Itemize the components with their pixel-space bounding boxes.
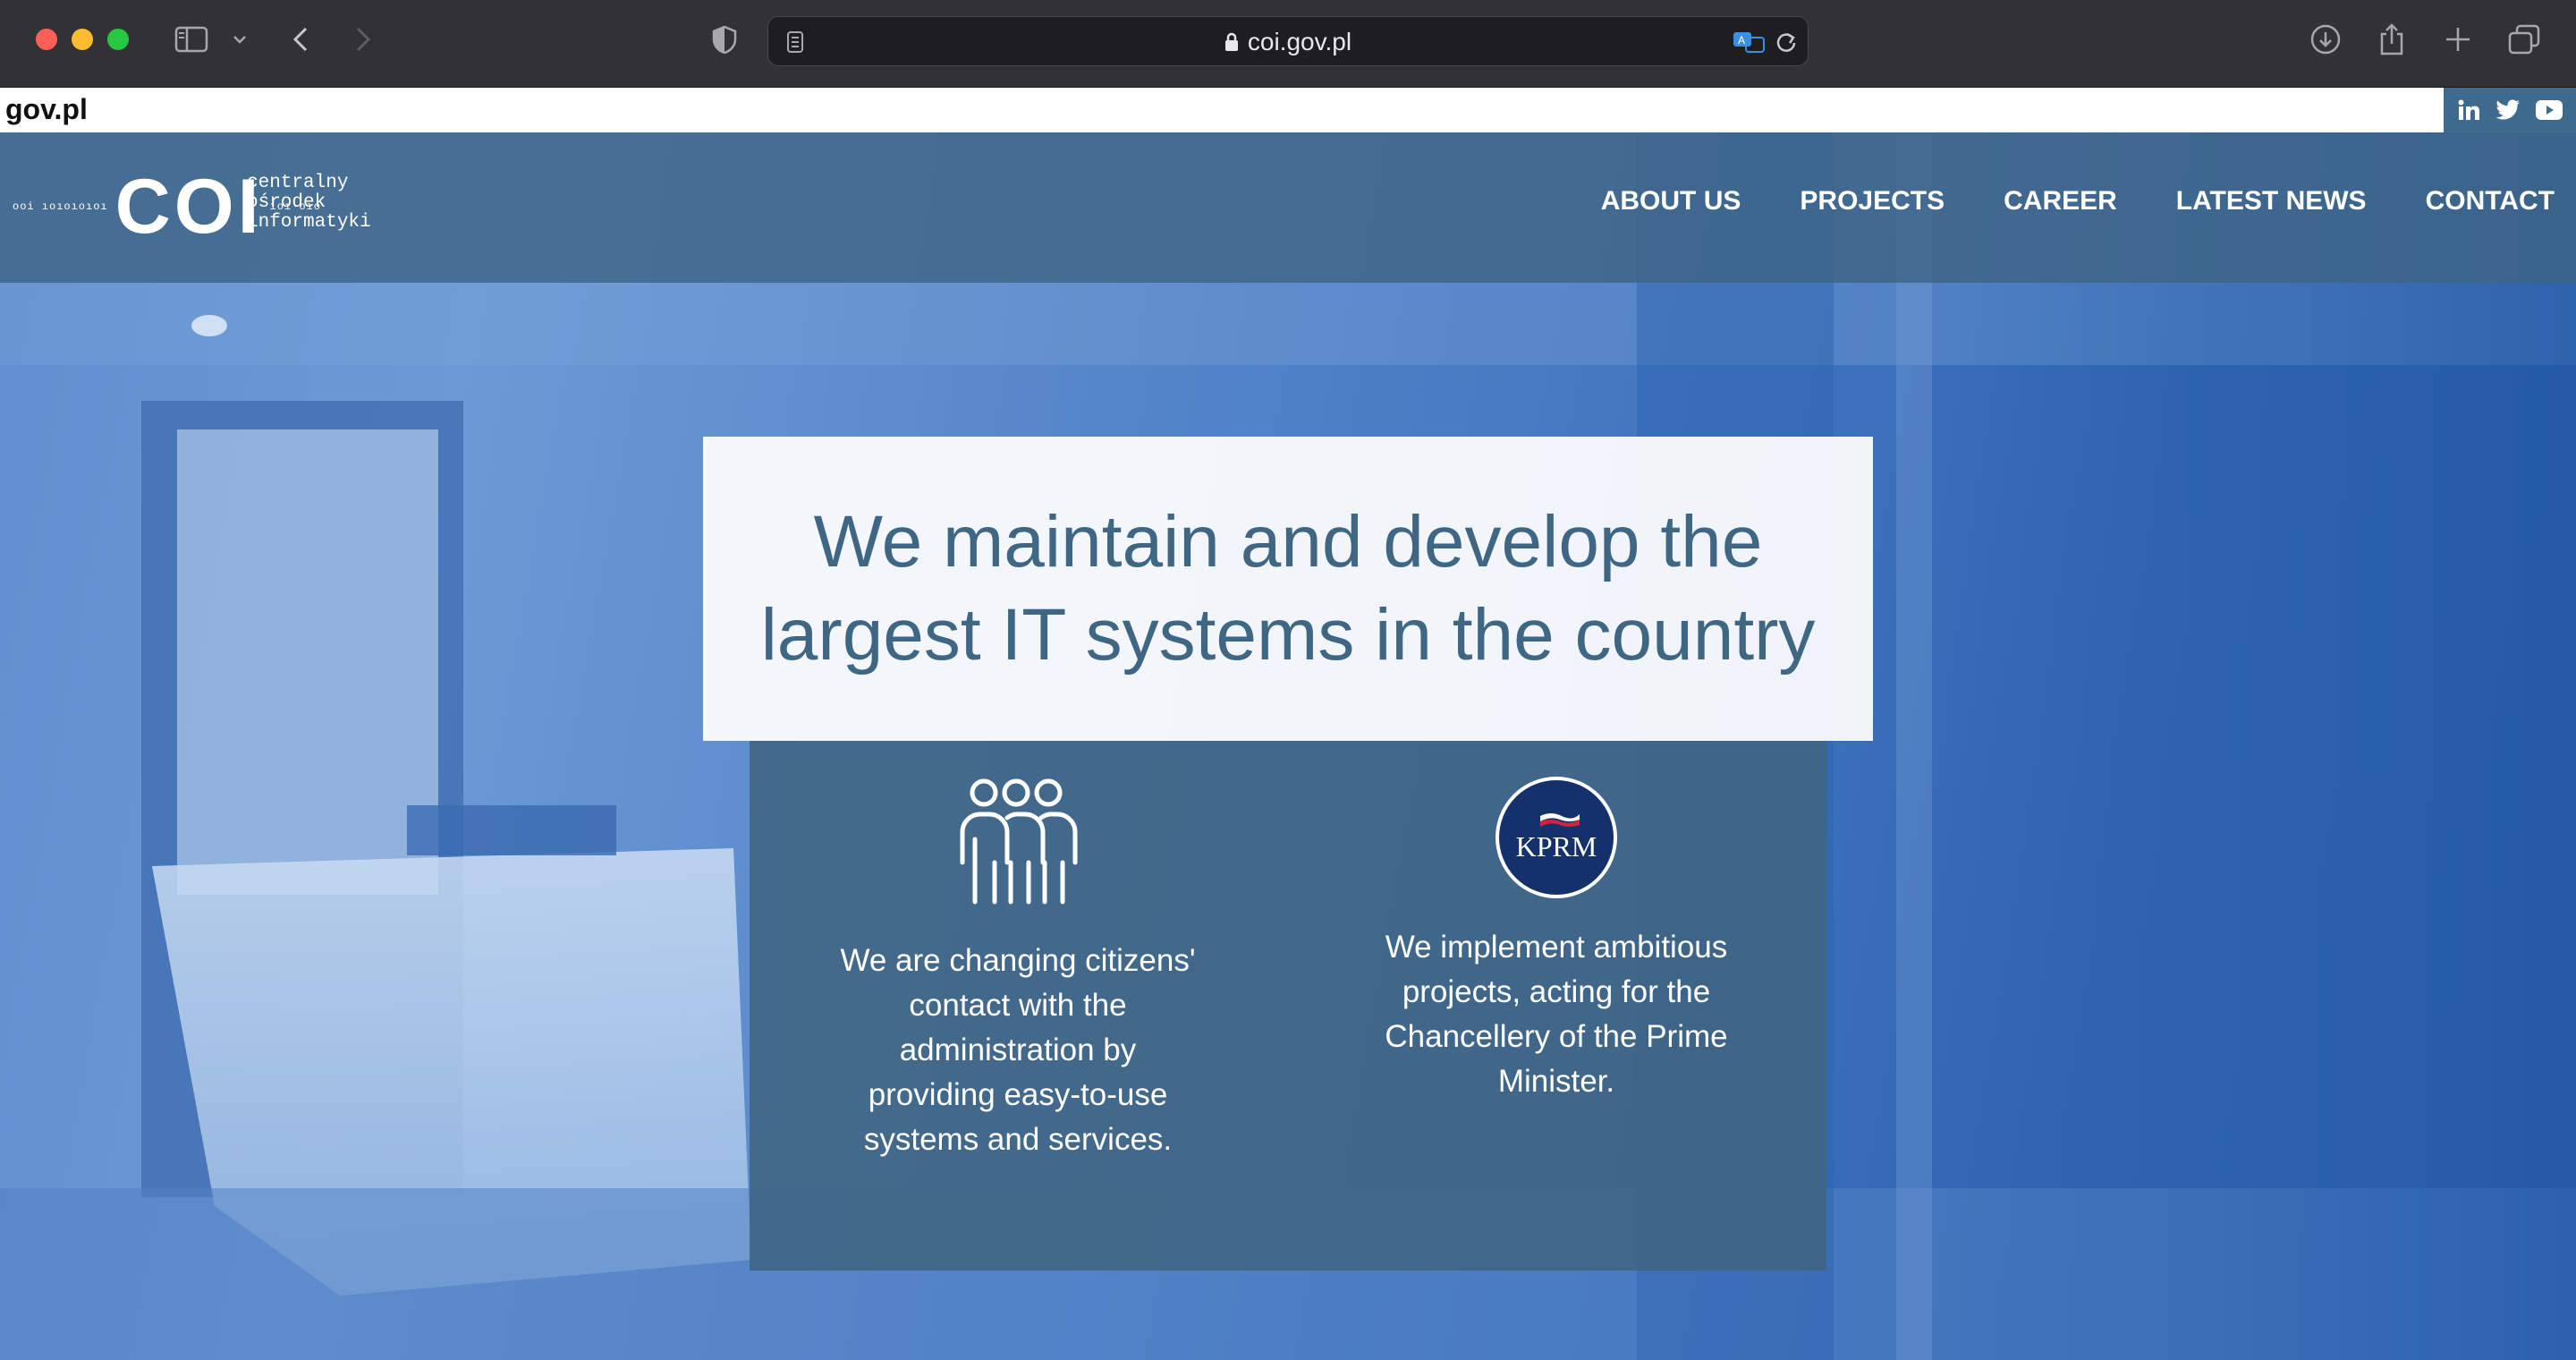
translate-icon[interactable]: A xyxy=(1731,22,1767,62)
browser-toolbar: coi.gov.pl A xyxy=(0,0,2576,88)
logo-binary-left: ooi ıoıoıoıoı xyxy=(13,200,108,213)
feature-description: We implement ambitious projects, acting … xyxy=(1385,925,1727,1104)
close-window-button[interactable] xyxy=(36,29,57,50)
people-icon xyxy=(955,777,1080,912)
minimize-window-button[interactable] xyxy=(72,29,93,50)
nav-contact[interactable]: CONTACT xyxy=(2426,186,2555,217)
polish-flag-icon xyxy=(1540,813,1580,827)
feature-description: We are changing citizens' contact with t… xyxy=(840,939,1195,1162)
nav-about-us[interactable]: ABOUT US xyxy=(1601,186,1741,217)
url-label: coi.gov.pl xyxy=(1247,28,1352,55)
feature-line: Chancellery of the Prime xyxy=(1385,1019,1728,1054)
main-nav: ABOUT US PROJECTS CAREER LATEST NEWS CON… xyxy=(1601,186,2555,217)
url-text: coi.gov.pl xyxy=(768,17,1808,67)
kprm-logo[interactable]: KPRM xyxy=(1496,777,1617,898)
zoom-window-button[interactable] xyxy=(107,29,129,50)
feature-citizens: We are changing citizens' contact with t… xyxy=(812,777,1224,1162)
feature-line: Minister. xyxy=(1497,1064,1615,1099)
feature-line: We implement ambitious xyxy=(1385,930,1728,965)
feature-line: systems and services. xyxy=(863,1122,1173,1157)
nav-latest-news[interactable]: LATEST NEWS xyxy=(2176,186,2367,217)
logo-subtitle-line: ośrodek xyxy=(247,192,326,213)
feature-line: contact with the xyxy=(909,988,1127,1023)
feature-line: We are changing citizens' xyxy=(840,943,1196,978)
chevron-down-icon[interactable] xyxy=(229,20,250,59)
share-icon[interactable] xyxy=(2372,20,2411,59)
feature-line: providing easy-to-use xyxy=(868,1077,1168,1112)
govpl-bar: gov.pl xyxy=(0,88,2576,132)
svg-text:A: A xyxy=(1738,34,1745,47)
feature-kprm: KPRM We implement ambitious projects, ac… xyxy=(1351,777,1762,1104)
kprm-badge-text: KPRM xyxy=(1515,829,1597,863)
hero-title-line: We maintain and develop the xyxy=(813,501,1763,582)
twitter-icon[interactable] xyxy=(2496,99,2521,121)
social-links xyxy=(2444,88,2576,132)
nav-projects[interactable]: PROJECTS xyxy=(1800,186,1945,217)
logo-subtitle-line: centralny xyxy=(247,173,349,193)
youtube-icon[interactable] xyxy=(2536,100,2563,120)
back-arrow-icon[interactable] xyxy=(284,20,317,59)
govpl-link[interactable]: gov.pl xyxy=(5,93,88,126)
lock-icon xyxy=(1224,19,1239,69)
logo-subtitle-line: informatyki xyxy=(247,212,371,233)
sidebar-toggle-icon[interactable] xyxy=(172,20,211,59)
logo-wordmark: COI xyxy=(114,164,263,250)
feature-line: administration by xyxy=(899,1033,1137,1067)
address-bar[interactable]: coi.gov.pl A xyxy=(767,16,1809,66)
coi-homepage: ooi ıoıoıoıoı COI ıoı oıo centralny ośro… xyxy=(0,132,2576,1360)
linkedin-icon[interactable] xyxy=(2457,98,2480,122)
feature-line: projects, acting for the xyxy=(1402,974,1711,1009)
site-header: ooi ıoıoıoıoı COI ıoı oıo centralny ośro… xyxy=(0,132,2576,283)
hero-title-box: We maintain and develop the largest IT s… xyxy=(703,437,1873,741)
forward-arrow-icon[interactable] xyxy=(347,20,379,59)
new-tab-plus-icon[interactable] xyxy=(2438,20,2478,59)
logo-subtitle: centralny ośrodek informatyki xyxy=(247,174,371,233)
nav-career[interactable]: CAREER xyxy=(2004,186,2117,217)
privacy-shield-icon[interactable] xyxy=(708,20,741,59)
hero-title: We maintain and develop the largest IT s… xyxy=(703,437,1873,741)
tab-overview-icon[interactable] xyxy=(2504,20,2544,59)
hero-title-line: largest IT systems in the country xyxy=(760,594,1816,676)
features-panel: We are changing citizens' contact with t… xyxy=(750,741,1826,1271)
downloads-icon[interactable] xyxy=(2306,20,2345,59)
reload-icon[interactable] xyxy=(1772,22,1801,62)
